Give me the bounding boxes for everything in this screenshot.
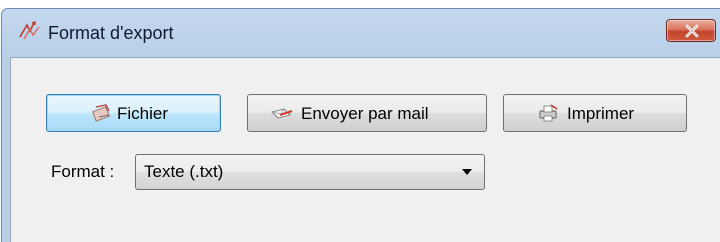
format-dropdown[interactable]: Texte (.txt) — [135, 154, 485, 190]
send-by-mail-button[interactable]: Envoyer par mail — [247, 94, 487, 132]
dialog-title: Format d'export — [48, 23, 174, 43]
file-button[interactable]: Fichier — [46, 94, 221, 132]
print-button-label: Imprimer — [567, 104, 635, 123]
send-by-mail-label: Envoyer par mail — [301, 104, 429, 123]
printer-icon — [537, 103, 559, 123]
close-icon — [685, 24, 699, 38]
file-button-label: Fichier — [117, 104, 169, 123]
background-strip — [0, 0, 720, 8]
screen: Format d'export Fichier Envoyer par mail… — [0, 0, 720, 242]
title-bar[interactable]: Format d'export — [2, 9, 720, 57]
format-label: Format : — [51, 162, 115, 181]
dialog-body: Fichier Envoyer par mail Imprimer Format… — [10, 57, 720, 242]
format-selected-value: Texte (.txt) — [144, 162, 224, 181]
chevron-down-icon[interactable] — [462, 169, 472, 175]
file-icon — [91, 103, 113, 123]
close-button[interactable] — [666, 19, 716, 42]
mail-icon — [270, 103, 293, 123]
print-button[interactable]: Imprimer — [503, 94, 687, 132]
export-format-dialog: Format d'export Fichier Envoyer par mail… — [1, 8, 720, 242]
export-arrows-icon — [18, 21, 42, 41]
